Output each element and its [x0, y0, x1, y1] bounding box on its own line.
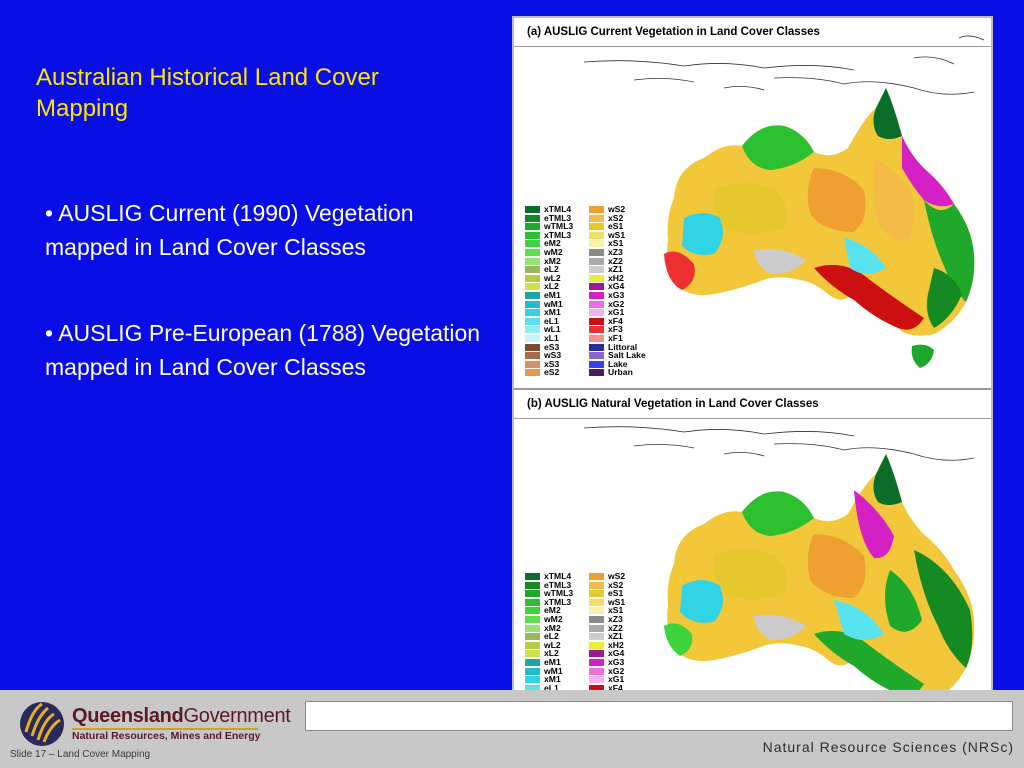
legend-swatch — [589, 317, 604, 325]
legend-swatch — [589, 607, 604, 615]
legend-swatch — [525, 214, 540, 222]
legend-swatch — [589, 641, 604, 649]
legend-swatch — [525, 257, 540, 265]
legend-swatch — [589, 633, 604, 641]
legend-swatch — [589, 369, 604, 377]
legend-swatch — [525, 343, 540, 351]
legend-swatch — [589, 334, 604, 342]
legend-swatch — [525, 274, 540, 282]
legend-swatch — [525, 317, 540, 325]
footer-bar: QueenslandGovernment Natural Resources, … — [0, 690, 1024, 768]
legend-swatch — [525, 231, 540, 239]
legend-swatch — [525, 309, 540, 317]
legend-swatch — [525, 248, 540, 256]
legend-swatch — [589, 248, 604, 256]
footer-title-box — [305, 701, 1013, 731]
legend-swatch — [525, 607, 540, 615]
legend-swatch — [525, 615, 540, 623]
legend-swatch — [589, 667, 604, 675]
legend-swatch — [525, 658, 540, 666]
legend-swatch — [525, 667, 540, 675]
legend-swatch — [589, 352, 604, 360]
legend-swatch — [589, 283, 604, 291]
legend-swatch — [525, 352, 540, 360]
legend-swatch — [589, 214, 604, 222]
legend-swatch — [589, 300, 604, 308]
legend-swatch — [589, 343, 604, 351]
legend-swatch — [525, 581, 540, 589]
legend-swatch — [525, 641, 540, 649]
legend-swatch — [525, 206, 540, 213]
legend-swatch — [589, 206, 604, 213]
legend-swatch — [589, 658, 604, 666]
legend-label: Urban — [608, 367, 633, 378]
legend-swatch — [589, 598, 604, 606]
legend-swatch — [589, 624, 604, 632]
legend-swatch — [589, 274, 604, 282]
legend-swatch — [589, 223, 604, 231]
slide-number: Slide 17 – Land Cover Mapping — [10, 749, 151, 760]
legend-swatch — [589, 590, 604, 598]
legend-swatch — [525, 291, 540, 299]
brand-name: QueenslandGovernment — [72, 705, 291, 727]
australia-vegetation-map-current — [583, 35, 985, 368]
legend-swatch — [589, 291, 604, 299]
legend-swatch — [525, 650, 540, 658]
bullet-list: • AUSLIG Current (1990) Vegetation mappe… — [45, 196, 500, 384]
legend-swatch — [525, 266, 540, 274]
legend-swatch — [525, 334, 540, 342]
legend-swatch — [525, 360, 540, 368]
legend-swatch — [589, 326, 604, 334]
legend-swatch — [525, 240, 540, 248]
legend-swatch — [589, 650, 604, 658]
queensland-government-logo — [20, 702, 64, 746]
legend-label: eS2 — [544, 367, 560, 378]
legend-swatch — [589, 266, 604, 274]
legend-swatch — [525, 573, 540, 580]
legend-swatch — [589, 676, 604, 684]
legend-swatch — [589, 573, 604, 580]
bullet-item: • AUSLIG Pre-European (1788) Vegetation … — [45, 320, 481, 380]
legend-swatch — [589, 581, 604, 589]
legend-swatch — [525, 223, 540, 231]
legend-swatch — [589, 257, 604, 265]
legend-swatch — [525, 590, 540, 598]
legend-swatch — [525, 326, 540, 334]
legend-swatch — [589, 360, 604, 368]
legend-swatch — [589, 615, 604, 623]
bullet-item: • AUSLIG Current (1990) Vegetation mappe… — [45, 200, 414, 260]
legend-swatch — [589, 309, 604, 317]
map-panel-current: (a) AUSLIG Current Vegetation in Land Co… — [514, 18, 991, 384]
legend-swatch — [525, 369, 540, 377]
legend-swatch — [525, 624, 540, 632]
footer-right-text: Natural Resource Sciences (NRSc) — [762, 739, 1014, 755]
legend-swatch — [525, 300, 540, 308]
legend-swatch — [525, 633, 540, 641]
legend-swatch — [525, 283, 540, 291]
legend-swatch — [525, 676, 540, 684]
slide-title: Australian Historical Land Cover Mapping — [36, 64, 379, 122]
legend-swatch — [525, 598, 540, 606]
legend-swatch — [589, 240, 604, 248]
legend-swatch — [589, 231, 604, 239]
department-name: Natural Resources, Mines and Energy — [72, 730, 261, 742]
map-figure: (a) AUSLIG Current Vegetation in Land Co… — [512, 16, 993, 750]
